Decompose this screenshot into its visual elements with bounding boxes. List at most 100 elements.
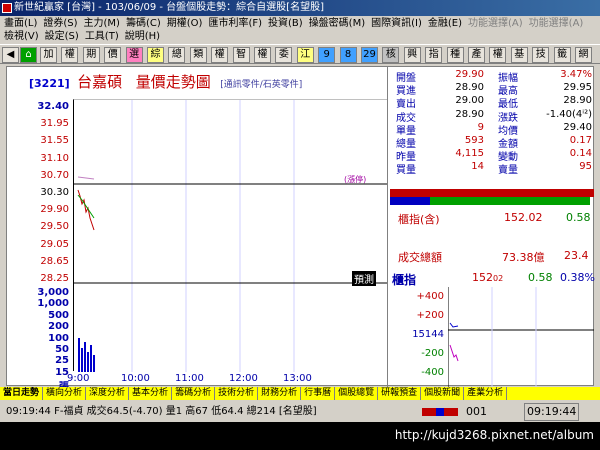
toolbar-button[interactable]: 期: [82, 47, 100, 63]
index-value: 15202: [472, 271, 503, 284]
toolbar-button[interactable]: 基: [510, 47, 528, 63]
status-tab[interactable]: 橫向分析: [43, 387, 87, 400]
toolbar-button[interactable]: 技: [532, 47, 550, 63]
toolbar-button[interactable]: 權: [254, 47, 271, 63]
status-tab[interactable]: 籌碼分析: [172, 387, 216, 400]
index-tick-label: 15144: [412, 329, 444, 340]
status-tab[interactable]: 個股總覽: [335, 387, 379, 400]
menu-item[interactable]: 期權(O): [167, 18, 203, 29]
status-tab[interactable]: 個股新聞: [421, 387, 465, 400]
industry-label: [通訊零件/石英零件]: [220, 80, 303, 90]
time-tick-label: 12:00: [229, 373, 258, 384]
menu-item[interactable]: 匯市利率(F): [208, 18, 262, 29]
toolbar-button[interactable]: 指: [425, 47, 443, 63]
menu-item[interactable]: 金融(E): [428, 18, 462, 29]
watermark-bar: http://kujd3268.pixnet.net/album: [0, 422, 600, 450]
menu-item[interactable]: 說明(H): [125, 31, 160, 42]
toolbar-button[interactable]: 委: [275, 47, 293, 63]
menu-item[interactable]: 操盤密碼(M): [309, 18, 365, 29]
menu-item[interactable]: 國際資訊(I): [371, 18, 422, 29]
status-tab[interactable]: 技術分析: [215, 387, 259, 400]
ticker-red: [444, 408, 458, 416]
window-title: 新世紀贏家 [台灣] - 103/06/09 - 台盤個股走勢：綜合自選股[名望…: [14, 2, 324, 13]
price-tick-label: 28.25: [40, 273, 69, 284]
title-bar: 新世紀贏家 [台灣] - 103/06/09 - 台盤個股走勢：綜合自選股[名望…: [0, 0, 600, 16]
toolbar-button[interactable]: 類: [189, 47, 207, 63]
quote-value: 593: [464, 135, 484, 146]
stock-id: [3221]: [29, 77, 70, 90]
left-arrow-icon[interactable]: ◀: [2, 47, 19, 63]
buy-bar: [390, 197, 430, 205]
index-tick-label: -400: [421, 367, 444, 378]
ticker-red: [422, 408, 436, 416]
volume-bar: [87, 352, 89, 372]
toolbar-button[interactable]: 加: [40, 47, 57, 63]
menu-item[interactable]: 主力(M): [84, 18, 120, 29]
status-tabs: 當日走勢 橫向分析 深度分析 基本分析 籌碼分析 技術分析 財務分析 行事曆 個股總覽 研報預查個…: [0, 387, 600, 400]
menu-item[interactable]: 投資(B): [268, 18, 303, 29]
menu-row-2: 檢視(V) 設定(S) 工具(T) 說明(H): [4, 30, 166, 43]
status-tab[interactable]: 當日走勢: [0, 387, 44, 400]
toolbar-button[interactable]: 權: [61, 47, 79, 63]
quote-value: 9: [477, 121, 484, 133]
toolbar-button[interactable]: 權: [211, 47, 229, 63]
ticker-blue: [436, 408, 444, 416]
index-tick-label: +200: [416, 310, 444, 321]
sell-bar: [430, 197, 590, 205]
quote-value: 28.90: [455, 108, 484, 120]
index-value-dec: 02: [493, 274, 504, 283]
cab-change: 0.58: [566, 211, 591, 224]
toolbar-button[interactable]: 產: [468, 47, 485, 63]
toolbar-button[interactable]: 核: [382, 47, 400, 63]
watermark: http://kujd3268.pixnet.net/album: [394, 428, 594, 442]
toolbar-button[interactable]: 綜: [147, 47, 164, 63]
chart-svg: [74, 100, 388, 372]
time-tick-label: 11:00: [175, 373, 204, 384]
time-tick-label: 13:00: [283, 373, 312, 384]
app-icon: [2, 3, 12, 13]
home-icon[interactable]: ⌂: [20, 47, 37, 63]
status-tab[interactable]: 基本分析: [129, 387, 173, 400]
toolbar-button[interactable]: 智: [232, 47, 250, 63]
toolbar-button[interactable]: 價: [104, 47, 122, 63]
toolbar-button[interactable]: 網: [575, 47, 592, 63]
menu-item[interactable]: 籌碼(C): [126, 18, 161, 29]
status-tab[interactable]: 深度分析: [86, 387, 130, 400]
toolbar-button[interactable]: 總: [168, 47, 186, 63]
menu-item[interactable]: 工具(T): [85, 31, 119, 42]
toolbar-button[interactable]: 9: [318, 47, 336, 63]
volume-bar: [78, 338, 80, 372]
quote-value: -1.40(4ⁱ²): [546, 108, 592, 120]
menu-item[interactable]: 設定(S): [45, 31, 79, 42]
menu-item[interactable]: 畫面(L): [4, 18, 37, 29]
menu-item[interactable]: 檢視(V): [4, 31, 39, 42]
volume-tick-label: 100: [48, 332, 69, 344]
toolbar-button[interactable]: 29: [361, 47, 378, 63]
quote-value: 28.90: [563, 95, 592, 107]
forecast-button[interactable]: 預測: [352, 271, 376, 286]
quote-value: 4,115: [455, 148, 484, 160]
status-tab[interactable]: 財務分析: [258, 387, 302, 400]
menu-item[interactable]: 功能選擇(A): [468, 18, 523, 29]
menu-item[interactable]: 功能選擇(A): [529, 18, 584, 29]
turnover-change: 23.4: [564, 249, 589, 262]
toolbar-button[interactable]: 8: [339, 47, 357, 63]
volume-bar: [81, 348, 83, 372]
quote-label: 賣量: [498, 165, 518, 177]
limit-line: [77, 176, 95, 180]
quote-value: 29.40: [563, 121, 592, 133]
toolbar-button[interactable]: 種: [446, 47, 464, 63]
menu-item[interactable]: 證券(S): [43, 18, 77, 29]
toolbar-button[interactable]: 興: [403, 47, 421, 63]
index-sub-line: [449, 344, 459, 362]
volume-tick-label: 15: [55, 366, 69, 378]
toolbar-button[interactable]: 籤: [553, 47, 571, 63]
quote-value: 0.17: [569, 135, 592, 146]
status-tab[interactable]: 產業分析: [464, 387, 508, 400]
price-tick-label: 30.70: [40, 169, 69, 181]
toolbar-button[interactable]: 江: [296, 47, 314, 63]
status-tab[interactable]: 研報預查: [378, 387, 422, 400]
toolbar-button[interactable]: 選: [125, 47, 143, 63]
toolbar-button[interactable]: 權: [489, 47, 507, 63]
status-tab[interactable]: 行事曆: [301, 387, 336, 400]
